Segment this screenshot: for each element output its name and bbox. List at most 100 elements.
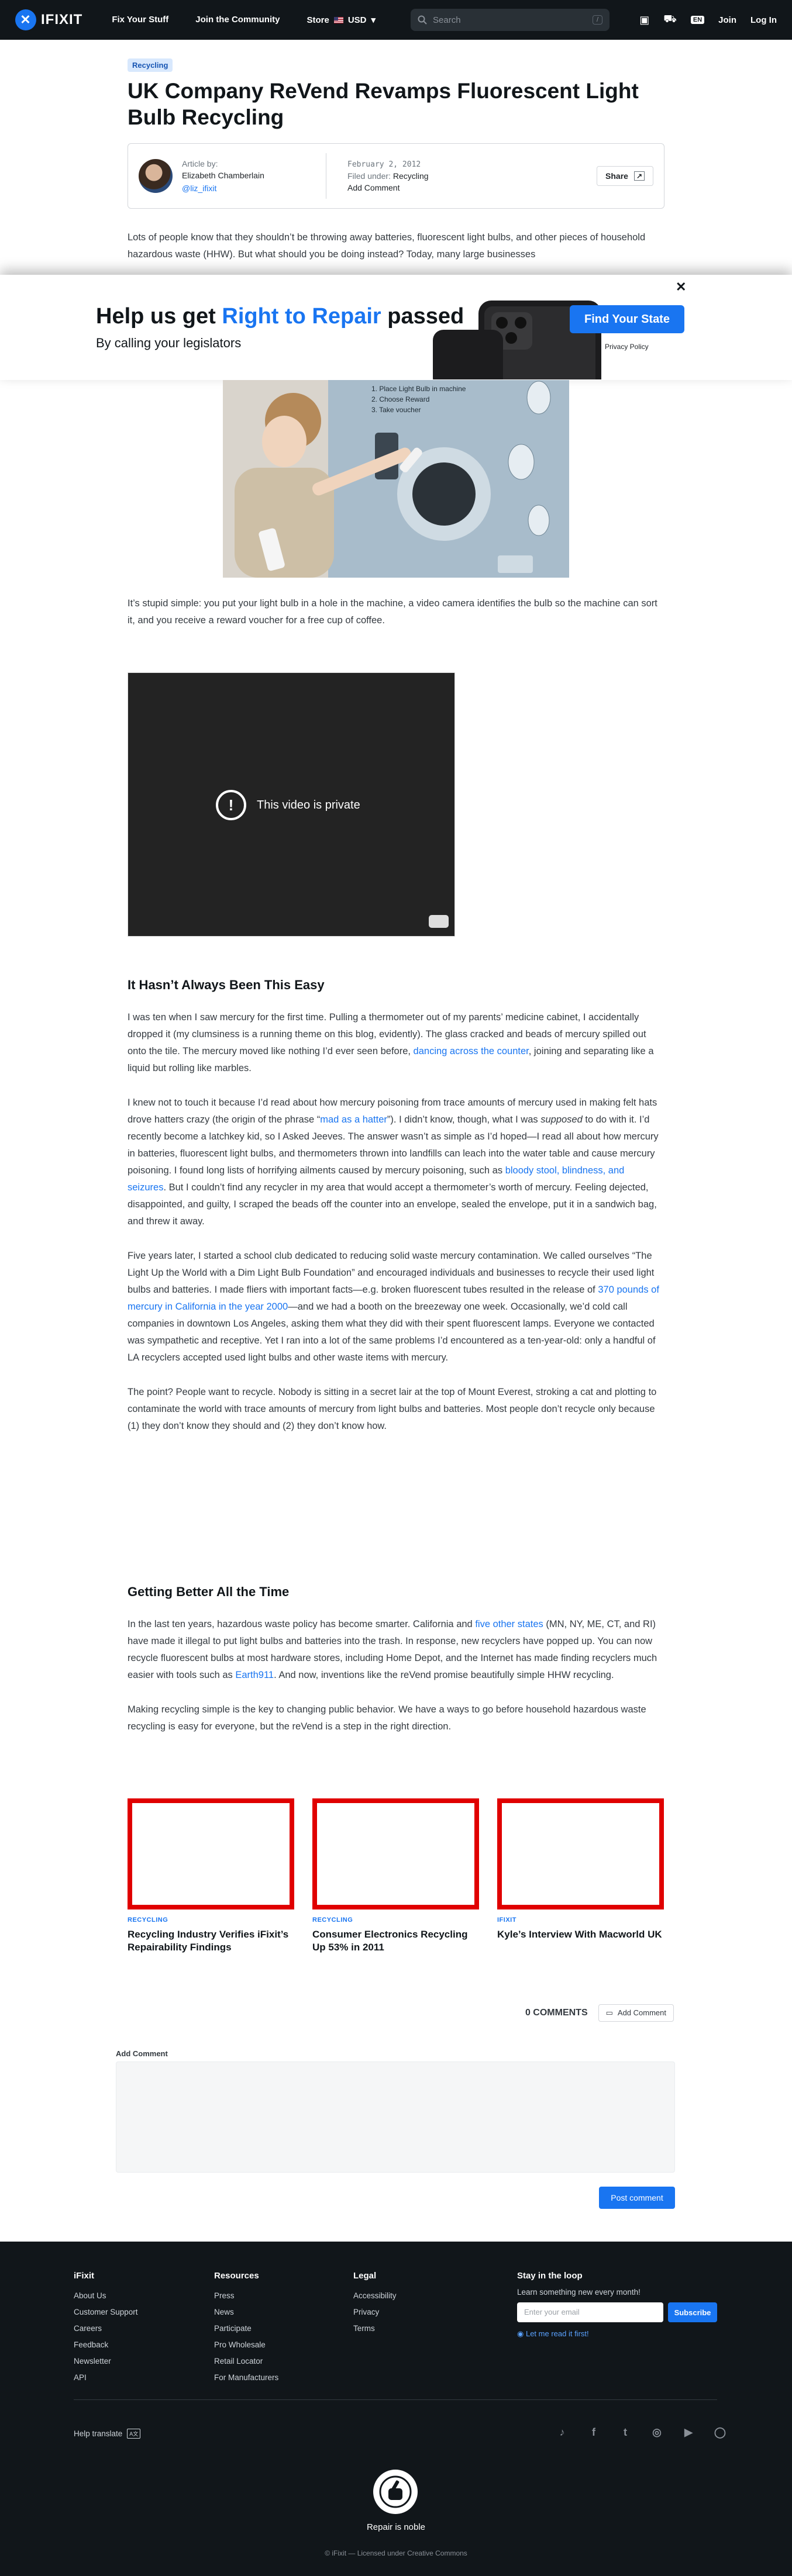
author-name[interactable]: Elizabeth Chamberlain [182,171,305,180]
footer-heading: iFixit [74,2271,95,2281]
filed-under-value[interactable]: Recycling [393,171,429,181]
comment-textarea[interactable] [116,2062,675,2173]
article-title: UK Company ReVend Revamps Fluorescent Li… [128,79,639,129]
privacy-policy-link[interactable]: Privacy Policy [605,343,649,351]
youtube-icon[interactable]: ▶ [681,2425,696,2440]
related-card-title[interactable]: Kyle’s Interview With Macworld UK [497,1928,664,1941]
footer-newsletter: Stay in the loop Learn something new eve… [517,2271,717,2339]
add-comment-button[interactable]: ▭ Add Comment [598,2004,674,2022]
help-translate-link[interactable]: Help translate A文 [74,2429,141,2439]
close-icon[interactable]: ✕ [676,279,686,295]
logo-text: IFIXIT [41,12,83,27]
newsletter-form: Enter your email Subscribe [517,2302,717,2322]
video-private-message: ! This video is private [216,790,360,820]
paragraph-hatter: I knew not to touch it because I’d read … [128,1094,664,1230]
section-heading-better: Getting Better All the Time [128,1584,290,1599]
login-link[interactable]: Log In [750,15,777,25]
footer-link[interactable]: News [214,2304,278,2321]
intro-paragraph: Lots of people know that they shouldn’t … [128,232,646,260]
subscribe-button[interactable]: Subscribe [668,2302,717,2322]
related-card-thumbnail[interactable] [497,1798,664,1909]
instagram-icon[interactable]: ◎ [649,2425,664,2440]
link-dancing-counter[interactable]: dancing across the counter [414,1046,529,1056]
youtube-icon[interactable] [429,915,449,928]
related-card-title[interactable]: Consumer Electronics Recycling Up 53% in… [312,1928,479,1954]
footer-link[interactable]: Accessibility [353,2288,397,2304]
related-card[interactable]: IFIXIT Kyle’s Interview With Macworld UK [497,1798,664,1954]
footer-link[interactable]: Participate [214,2321,278,2337]
related-card-thumbnail[interactable] [312,1798,479,1909]
footer-heading: Resources [214,2271,259,2281]
link-mad-as-hatter[interactable]: mad as a hatter [320,1114,387,1125]
read-first-link[interactable]: ◉ Let me read it first! [517,2329,717,2339]
footer-link[interactable]: Customer Support [74,2304,138,2321]
footer-col-resources: Resources Press News Participate Pro Who… [214,2271,278,2386]
nav-fix-your-stuff[interactable]: Fix Your Stuff [112,15,168,25]
search-box[interactable]: Search / [411,9,610,31]
twitter-icon[interactable]: t [618,2425,633,2440]
email-field[interactable]: Enter your email [517,2302,663,2322]
footer-col-legal: Legal Accessibility Privacy Terms [353,2271,397,2337]
site-footer: iFixit About Us Customer Support Careers… [0,2242,792,2576]
share-icon: ↗ [633,171,645,181]
comment-count: 0 COMMENTS [525,2008,588,2018]
toolbox-icon[interactable]: ▣ [639,14,649,26]
nav-store[interactable]: Store USD ▾ [307,15,376,26]
more-social-icon[interactable]: ◯ [712,2425,728,2440]
related-card-category[interactable]: RECYCLING [312,1917,479,1924]
footer-link[interactable]: Terms [353,2321,397,2337]
footer-link[interactable]: About Us [74,2288,138,2304]
search-input[interactable]: Search [433,15,587,25]
add-comment-button-label: Add Comment [617,2008,666,2017]
category-tag[interactable]: Recycling [128,58,173,72]
right-to-repair-banner: ✕ Help us get Right to Repair passed By … [0,275,792,380]
related-card[interactable]: RECYCLING Recycling Industry Verifies iF… [128,1798,294,1954]
simple-paragraph-wrap: It’s stupid simple: you put your light b… [128,595,664,629]
footer-link[interactable]: Press [214,2288,278,2304]
footer-link[interactable]: API [74,2370,138,2386]
publish-date: February 2, 2012 [347,160,421,169]
banner-subtitle: By calling your legislators [96,336,242,350]
warning-icon: ! [216,790,246,820]
translate-icon: A文 [127,2429,141,2439]
add-comment-link[interactable]: Add Comment [347,183,429,192]
related-card-thumbnail[interactable] [128,1798,294,1909]
footer-link[interactable]: Newsletter [74,2353,138,2370]
eye-icon: ◉ [517,2329,524,2338]
footer-link[interactable]: Privacy [353,2304,397,2321]
banner-title: Help us get Right to Repair passed [96,304,464,329]
link-five-states[interactable]: five other states [475,1619,543,1629]
paragraph-mercury: I was ten when I saw mercury for the fir… [128,1009,664,1077]
related-card[interactable]: RECYCLING Consumer Electronics Recycling… [312,1798,479,1954]
language-icon[interactable]: EN [690,16,705,24]
join-link[interactable]: Join [718,15,736,25]
footer-col-ifixit: iFixit About Us Customer Support Careers… [74,2271,138,2386]
footer-link[interactable]: Feedback [74,2337,138,2353]
nav-store-label: Store [307,15,329,25]
newsletter-text: Learn something new every month! [517,2288,641,2297]
paragraph-point: The point? People want to recycle. Nobod… [128,1387,657,1431]
related-card-category[interactable]: RECYCLING [128,1917,294,1924]
ifixit-logo[interactable]: ✕ IFIXIT [15,9,82,30]
intro-paragraph-wrap: Lots of people know that they shouldn’t … [128,229,664,263]
link-earth911[interactable]: Earth911 [235,1670,274,1680]
find-your-state-button[interactable]: Find Your State [570,305,684,333]
share-button[interactable]: Share ↗ [597,166,653,186]
cart-icon[interactable]: ⛟ [663,13,677,27]
author-avatar[interactable] [139,159,173,193]
footer-link[interactable]: Pro Wholesale [214,2337,278,2353]
related-card-category[interactable]: IFIXIT [497,1917,664,1924]
footer-link[interactable]: Careers [74,2321,138,2337]
nav-join-community[interactable]: Join the Community [195,15,280,25]
read-first-label: Let me read it first! [525,2329,589,2338]
author-handle[interactable]: @liz_ifixit [182,184,305,193]
tiktok-icon[interactable]: ♪ [555,2425,570,2440]
facebook-icon[interactable]: f [586,2425,601,2440]
search-icon [418,15,427,25]
video-embed[interactable]: ! This video is private [128,672,455,937]
footer-link[interactable]: Retail Locator [214,2353,278,2370]
footer-link[interactable]: For Manufacturers [214,2370,278,2386]
post-comment-button[interactable]: Post comment [599,2187,675,2209]
footer-divider [74,2399,717,2400]
related-card-title[interactable]: Recycling Industry Verifies iFixit’s Rep… [128,1928,294,1954]
